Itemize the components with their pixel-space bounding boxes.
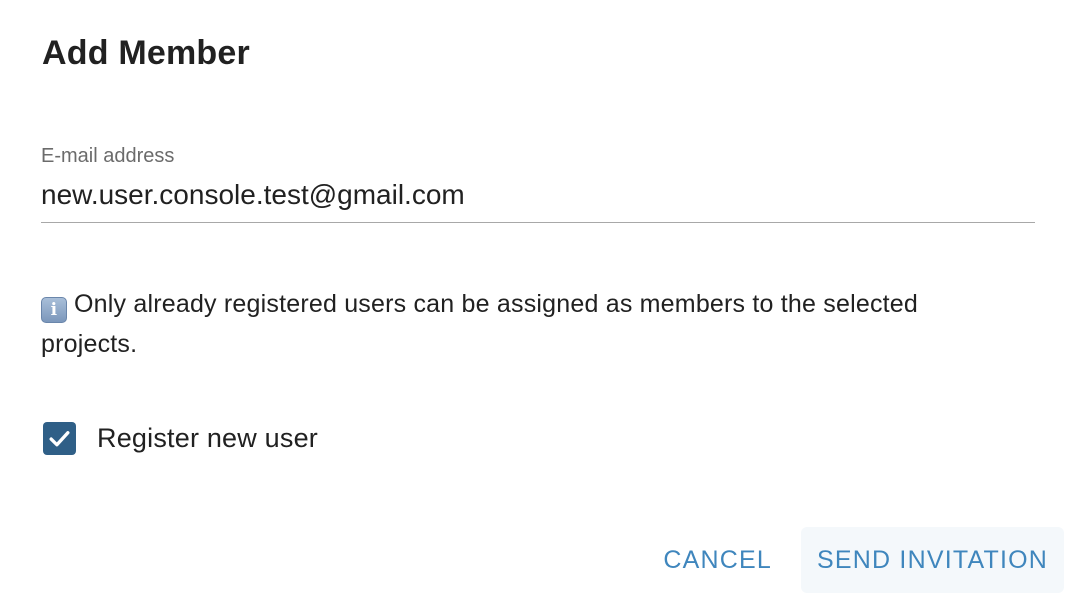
register-new-user-checkbox-row[interactable]: Register new user xyxy=(43,420,318,456)
email-field-label: E-mail address xyxy=(41,145,175,167)
register-new-user-label[interactable]: Register new user xyxy=(97,423,318,454)
add-member-dialog: Add Member E-mail address iOnly already … xyxy=(0,0,1072,604)
email-field-underline xyxy=(41,222,1035,223)
cancel-button[interactable]: CANCEL xyxy=(647,527,788,593)
checkmark-icon xyxy=(49,430,70,446)
dialog-actions: CANCEL SEND INVITATION xyxy=(647,527,1064,593)
register-new-user-checkbox[interactable] xyxy=(43,421,76,455)
info-icon: i xyxy=(41,297,67,323)
send-invitation-button[interactable]: SEND INVITATION xyxy=(801,527,1064,593)
info-message: i Only already registered users can be as… xyxy=(41,284,1001,364)
dialog-title: Add Member xyxy=(42,34,250,72)
email-input[interactable] xyxy=(41,175,1035,215)
email-field: E-mail address xyxy=(41,143,1035,223)
info-text: Only already registered users can be ass… xyxy=(41,290,919,358)
